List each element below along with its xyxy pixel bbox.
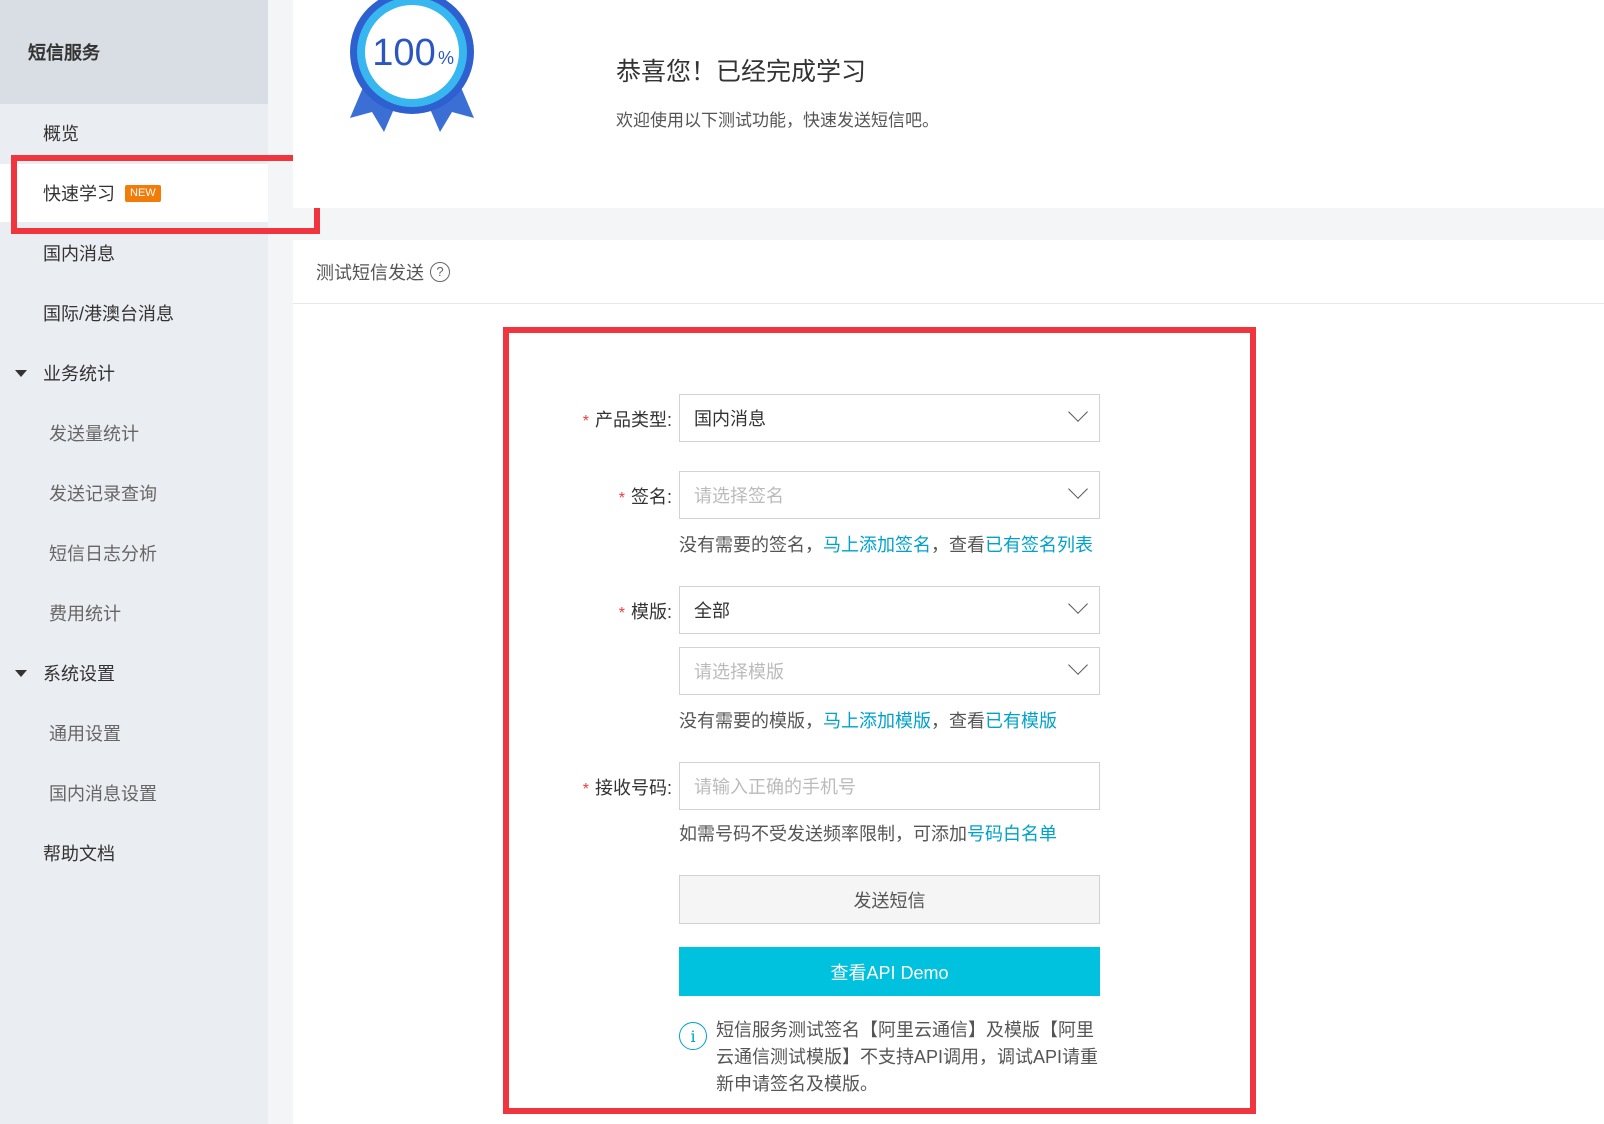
phone-placeholder: 请输入正确的手机号 [694,777,856,797]
template-label-text: 模版: [630,602,672,622]
medal-badge-icon: 100 % [350,0,474,132]
sidebar-item-label: 国内消息 [43,244,115,264]
signature-label-text: 签名: [630,487,672,507]
sidebar-item-send-records[interactable]: 发送记录查询 [0,464,268,522]
congrats-card [293,0,1604,208]
signature-list-link[interactable]: 已有签名列表 [985,535,1093,555]
sidebar-item-label: 概览 [43,124,79,144]
chevron-down-icon [1068,402,1088,422]
phone-hint-text: 如需号码不受发送频率限制，可添加 [679,824,967,844]
sidebar-item-cost-stats[interactable]: 费用统计 [0,584,268,642]
template-list-link[interactable]: 已有模版 [985,711,1057,731]
info-icon: i [679,1022,707,1050]
template-scope-select[interactable]: 全部 [679,586,1100,634]
test-sms-header: 测试短信发送 ? [293,240,1604,304]
sidebar-item-overview[interactable]: 概览 [0,104,268,162]
sidebar-item-label: 发送记录查询 [49,484,157,504]
sidebar-group-system-settings[interactable]: 系统设置 [0,644,268,702]
sidebar-item-label: 国内消息设置 [49,784,157,804]
sidebar-group-business-stats[interactable]: 业务统计 [0,344,268,402]
template-hint-text: 没有需要的模版， [679,711,823,731]
sidebar-item-general-settings[interactable]: 通用设置 [0,704,268,762]
info-note: 短信服务测试签名【阿里云通信】及模版【阿里云通信测试模版】不支持API调用，调试… [716,1020,1099,1094]
send-sms-button[interactable]: 发送短信 [679,875,1100,924]
phone-label: * 接收号码: [522,774,672,800]
signature-select[interactable]: 请选择签名 [679,471,1100,519]
medal-unit: % [438,48,454,68]
required-mark: * [582,781,589,798]
signature-hint-text: 没有需要的签名， [679,535,823,555]
add-template-link[interactable]: 马上添加模版 [823,711,931,731]
required-mark: * [582,413,589,430]
caret-down-icon [15,370,27,377]
required-mark: * [618,605,625,622]
phone-label-text: 接收号码: [594,778,672,798]
highlight-box-sidebar [11,155,320,234]
sidebar-title: 短信服务 [0,0,268,104]
congrats-title: 恭喜您！已经完成学习 [616,58,867,86]
sidebar-item-label: 费用统计 [49,604,121,624]
chevron-down-icon [1068,594,1088,614]
chevron-down-icon [1068,655,1088,675]
sidebar-item-help-docs[interactable]: 帮助文档 [0,824,268,882]
signature-placeholder: 请选择签名 [694,486,784,506]
help-icon[interactable]: ? [430,261,450,282]
template-select[interactable]: 请选择模版 [679,647,1100,695]
congrats-subtitle: 欢迎使用以下测试功能，快速发送短信吧。 [616,111,939,130]
sidebar-item-domestic-settings[interactable]: 国内消息设置 [0,764,268,822]
sidebar-item-label: 短信日志分析 [49,544,157,564]
product-type-label-text: 产品类型: [594,410,672,430]
phone-hint: 如需号码不受发送频率限制，可添加号码白名单 [679,820,1057,846]
medal-value: 100 [372,32,435,74]
required-mark: * [618,490,625,507]
view-api-demo-button[interactable]: 查看API Demo [679,947,1100,996]
template-hint: 没有需要的模版，马上添加模版，查看已有模版 [679,707,1057,733]
signature-label: * 签名: [522,483,672,509]
sidebar-item-label: 国际/港澳台消息 [43,304,175,324]
sidebar-item-label: 系统设置 [43,664,115,684]
template-scope-value: 全部 [694,601,730,621]
template-placeholder: 请选择模版 [694,662,784,682]
template-hint-mid: ，查看 [931,711,985,731]
whitelist-link[interactable]: 号码白名单 [967,824,1057,844]
template-label: * 模版: [522,598,672,624]
sidebar-item-label: 业务统计 [43,364,115,384]
sidebar-item-send-volume[interactable]: 发送量统计 [0,404,268,462]
sidebar-item-label: 帮助文档 [43,844,115,864]
sidebar-item-label: 发送量统计 [49,424,139,444]
caret-down-icon [15,670,27,677]
chevron-down-icon [1068,479,1088,499]
add-signature-link[interactable]: 马上添加签名 [823,535,931,555]
sidebar-item-international[interactable]: 国际/港澳台消息 [0,284,268,342]
product-type-label: * 产品类型: [522,406,672,432]
sidebar-item-label: 通用设置 [49,724,121,744]
signature-hint-mid: ，查看 [931,535,985,555]
signature-hint: 没有需要的签名，马上添加签名，查看已有签名列表 [679,531,1093,557]
test-sms-title: 测试短信发送 [316,262,424,283]
product-type-value: 国内消息 [694,409,766,429]
phone-input[interactable]: 请输入正确的手机号 [679,762,1100,810]
product-type-select[interactable]: 国内消息 [679,394,1100,442]
sidebar-item-log-analysis[interactable]: 短信日志分析 [0,524,268,582]
